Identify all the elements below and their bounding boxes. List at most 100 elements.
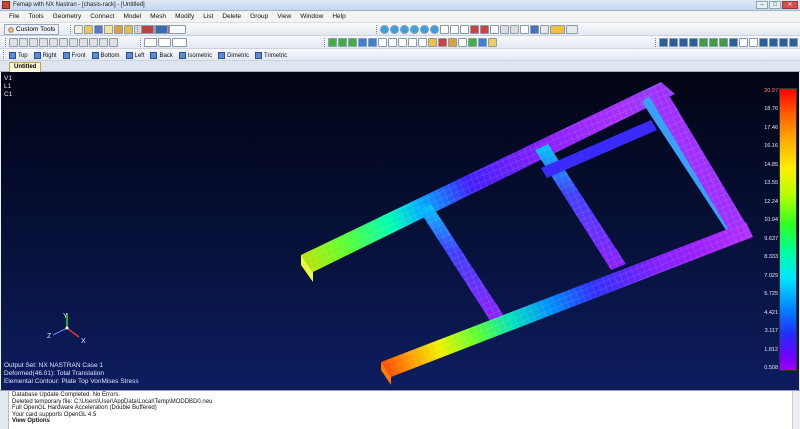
pan-icon[interactable] — [440, 25, 449, 34]
material-icon[interactable] — [109, 38, 118, 47]
line-icon[interactable] — [19, 38, 28, 47]
view-dimetric-button[interactable]: Dimetric — [218, 52, 249, 59]
snap-point-icon[interactable] — [709, 38, 718, 47]
visibility-icon[interactable] — [520, 25, 529, 34]
spin-icon[interactable] — [420, 25, 429, 34]
import-icon[interactable] — [114, 25, 123, 34]
menu-view[interactable]: View — [277, 13, 291, 20]
view-left-button[interactable]: Left — [125, 52, 145, 59]
close-button[interactable]: ✕ — [782, 1, 798, 9]
autoscale-icon[interactable] — [460, 25, 469, 34]
mesh-toggle-icon[interactable] — [328, 38, 337, 47]
menu-list[interactable]: List — [203, 13, 213, 20]
new-file-icon[interactable] — [74, 25, 83, 34]
menu-tools[interactable]: Tools — [28, 13, 43, 20]
spin-reverse-icon[interactable] — [430, 25, 439, 34]
undo-icon[interactable] — [141, 25, 154, 34]
menu-window[interactable]: Window — [300, 13, 323, 20]
menu-modify[interactable]: Modify — [175, 13, 194, 20]
open-folder-icon[interactable] — [84, 25, 93, 34]
menu-geometry[interactable]: Geometry — [53, 13, 82, 20]
element-icon[interactable] — [89, 38, 98, 47]
messages-scrollbar[interactable] — [792, 391, 800, 429]
custom-tools-button[interactable]: Custom Tools — [4, 24, 60, 35]
minimize-button[interactable]: – — [756, 1, 768, 9]
view-back-button[interactable]: Back — [150, 52, 173, 59]
menu-file[interactable]: File — [9, 13, 19, 20]
constraint-icon[interactable] — [478, 38, 487, 47]
view-bottom-button[interactable]: Bottom — [91, 52, 120, 59]
menu-group[interactable]: Group — [250, 13, 268, 20]
rotate-up-icon[interactable] — [400, 25, 409, 34]
view-front-button[interactable]: Front — [62, 52, 86, 59]
shading-icon[interactable] — [388, 38, 397, 47]
render-icon[interactable] — [378, 38, 387, 47]
surface-icon[interactable] — [59, 38, 68, 47]
menu-mesh[interactable]: Mesh — [150, 13, 166, 20]
grid-icon[interactable] — [679, 38, 688, 47]
arc-icon[interactable] — [29, 38, 38, 47]
magnify-icon[interactable] — [470, 25, 479, 34]
post-options-icon[interactable] — [458, 38, 467, 47]
menu-delete[interactable]: Delete — [222, 13, 241, 20]
navigator-icon[interactable] — [759, 38, 768, 47]
select-region-icon[interactable] — [510, 25, 519, 34]
deform-icon[interactable] — [338, 38, 347, 47]
rotate-left-icon[interactable] — [380, 25, 389, 34]
export-icon[interactable] — [124, 25, 133, 34]
solid-icon[interactable] — [69, 38, 78, 47]
regenerate-icon[interactable] — [540, 25, 549, 34]
ruler-icon[interactable] — [689, 38, 698, 47]
maximize-button[interactable]: □ — [769, 1, 781, 9]
view-isometric-button[interactable]: Isometric — [178, 52, 212, 59]
redo-icon[interactable] — [155, 25, 168, 34]
menu-connect[interactable]: Connect — [90, 13, 114, 20]
tab-untitled[interactable]: Untitled — [9, 62, 42, 72]
snap-node-icon[interactable] — [699, 38, 708, 47]
layer-icon[interactable] — [428, 38, 437, 47]
rotate-down-icon[interactable] — [410, 25, 419, 34]
contour-icon[interactable] — [348, 38, 357, 47]
unzoom-icon[interactable] — [480, 25, 489, 34]
graphics-viewport[interactable]: Y X Z V1 L1 C1 20.97 18.76 17.46 16.16 1… — [1, 72, 799, 390]
wireframe-icon[interactable] — [488, 38, 497, 47]
entity-editor-icon[interactable] — [789, 38, 798, 47]
groups-icon[interactable] — [448, 38, 457, 47]
property-icon[interactable] — [99, 38, 108, 47]
point-icon[interactable] — [9, 38, 18, 47]
circle-icon[interactable] — [39, 38, 48, 47]
window-layout-icon[interactable] — [169, 25, 186, 34]
model-info-icon[interactable] — [769, 38, 778, 47]
zoom-window-icon[interactable] — [490, 25, 499, 34]
workplane-icon[interactable] — [659, 38, 668, 47]
layout-icon[interactable] — [739, 38, 748, 47]
animate-icon[interactable] — [358, 38, 367, 47]
view-options-icon[interactable] — [530, 25, 539, 34]
workplane-dropdown-icon[interactable] — [566, 25, 578, 34]
view-trimetric-button[interactable]: Trimetric — [255, 52, 287, 59]
view-right-button[interactable]: Right — [33, 52, 57, 59]
colors-icon[interactable] — [438, 38, 447, 47]
save-icon[interactable] — [94, 25, 103, 34]
notes-icon[interactable] — [104, 25, 113, 34]
data-table-icon[interactable] — [779, 38, 788, 47]
free-face-icon[interactable] — [418, 38, 427, 47]
fit-icon[interactable] — [500, 25, 509, 34]
view-top-button[interactable]: Top — [8, 52, 28, 59]
freebody-icon[interactable] — [368, 38, 377, 47]
tile-icon[interactable] — [749, 38, 758, 47]
femap-app-icon[interactable] — [2, 1, 10, 9]
snap-grid-icon[interactable] — [719, 38, 728, 47]
load-options-icon[interactable] — [468, 38, 477, 47]
pick-dropdown-icon[interactable] — [158, 38, 171, 47]
rotate-right-icon[interactable] — [390, 25, 399, 34]
menu-help[interactable]: Help — [332, 13, 345, 20]
labels-icon[interactable] — [398, 38, 407, 47]
palette-dropdown-icon[interactable] — [550, 25, 565, 34]
select-dropdown-icon[interactable] — [144, 38, 157, 47]
filter-dropdown-icon[interactable] — [172, 38, 187, 47]
free-edge-icon[interactable] — [408, 38, 417, 47]
spline-icon[interactable] — [49, 38, 58, 47]
menu-model[interactable]: Model — [123, 13, 141, 20]
cs-icon[interactable] — [729, 38, 738, 47]
